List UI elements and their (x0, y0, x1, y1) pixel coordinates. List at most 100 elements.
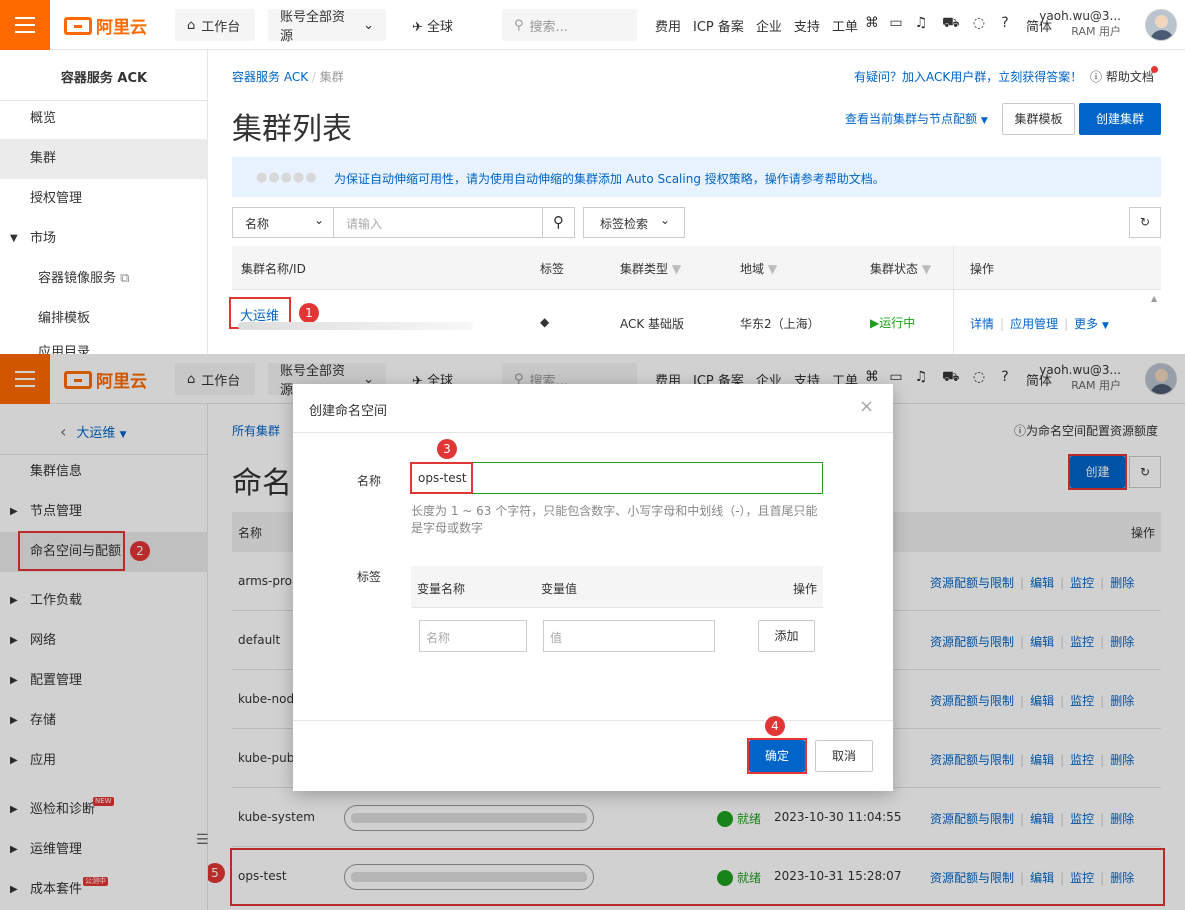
scrollbar-up[interactable]: ▲ (1151, 294, 1157, 303)
cluster-status: ▶运行中 (870, 314, 915, 331)
redbox-name (410, 462, 473, 494)
terminal-icon[interactable]: ▭ (888, 15, 904, 31)
close-icon[interactable]: × (859, 396, 874, 417)
help-icon[interactable]: ? (997, 15, 1013, 31)
dialog-title: 创建命名空间 (309, 404, 388, 419)
breadcrumb: 容器服务 ACK / 集群 (232, 70, 344, 84)
refresh-icon: ↻ (1139, 215, 1151, 229)
sidebar-title: 容器服务 ACK (60, 71, 148, 86)
search-box[interactable]: ⚲ 搜索... (502, 9, 637, 41)
tag-value-input[interactable]: 值 (543, 620, 715, 652)
filter-input[interactable]: 请输入 (333, 207, 543, 238)
quota-label: 查看当前集群与节点配额 (845, 112, 978, 126)
caret-down-icon: ▼ (10, 233, 18, 244)
market-label: 市场 (30, 231, 57, 246)
chevron-down-icon: ⌄ (659, 213, 670, 227)
name-hint: 长度为 1 ~ 63 个字符，只能包含数字、小写字母和中划线（-），且首尾只能是… (411, 504, 818, 535)
cancel-button[interactable]: 取消 (815, 740, 873, 772)
avatar[interactable] (1145, 9, 1177, 41)
sidebar-item-catalog[interactable]: 应用目录 (0, 339, 208, 354)
sidebar-item-clusters[interactable]: 集群 (0, 139, 208, 179)
filter-icon[interactable]: ▼ (672, 262, 681, 276)
question-icon: ⓘ (1090, 70, 1103, 84)
link-ticket[interactable]: 工单 (832, 16, 858, 35)
dialog-divider (293, 432, 893, 433)
help-doc-link[interactable]: ⓘ 帮助文档 (1090, 68, 1154, 85)
col-type: 集群类型 ▼ (620, 260, 681, 277)
tag-col-ops: 操作 (793, 582, 818, 596)
link-icp[interactable]: ICP 备案 (693, 16, 744, 35)
col-actions: 操作 (970, 262, 995, 276)
help-red-dot (1151, 66, 1158, 73)
link-enterprise[interactable]: 企业 (756, 16, 782, 35)
menu-button[interactable] (0, 0, 50, 50)
search-icon: ⚲ (553, 213, 564, 231)
top-sidebar: 容器服务 ACK 概览 集群 授权管理 ▼ 市场 容器镜像服务 ⧉ 编排模板 应用… (0, 50, 208, 354)
quota-link[interactable]: 查看当前集群与节点配额 ▼ (845, 110, 988, 127)
region-label: 全球 (427, 20, 454, 35)
sidebar-item-market[interactable]: ▼ 市场 (0, 219, 208, 259)
tag-col-value: 变量值 (541, 582, 578, 596)
sidebar-item-overview[interactable]: 概览 (0, 99, 208, 139)
tag-search-button[interactable]: 标签检索 ⌄ (583, 207, 685, 238)
col-region-label: 地域 (740, 262, 765, 276)
filter-icon[interactable]: ▼ (768, 262, 777, 276)
tag-table-header (411, 566, 823, 608)
user-name: yaoh.wu@3... (1039, 9, 1121, 23)
tag-icon[interactable]: ◆ (540, 315, 549, 329)
resources-dropdown[interactable]: 账号全部资源 ⌄ (268, 9, 386, 44)
redbox-confirm (747, 738, 807, 774)
filter-search-button[interactable]: ⚲ (542, 207, 575, 238)
step-badge-1: 1 (299, 303, 319, 323)
workbench-label: 工作台 (201, 19, 241, 35)
bulb-icon[interactable]: ◌ (971, 15, 987, 31)
col-status-label: 集群状态 (870, 262, 919, 276)
sidebar-item-registry[interactable]: 容器镜像服务 ⧉ (0, 259, 208, 299)
filter-icon[interactable]: ▼ (922, 262, 931, 276)
cluster-template-button[interactable]: 集群模板 (1002, 103, 1075, 135)
breadcrumb-ack[interactable]: 容器服务 ACK (232, 70, 308, 84)
filter-select[interactable]: 名称 ⌄ (232, 207, 334, 238)
create-namespace-dialog: 创建命名空间 × 名称 ops-test 3 长度为 1 ~ 63 个字符，只能… (293, 384, 893, 791)
workbench-button[interactable]: ⌂ 工作台 (175, 9, 255, 41)
registry-label: 容器镜像服务 (38, 271, 117, 286)
link-support[interactable]: 支持 (794, 16, 820, 35)
aliyun-logo[interactable]: 阿里云 (64, 13, 147, 38)
filter-select-label: 名称 (245, 217, 270, 231)
top-main: 容器服务 ACK / 集群 有疑问？加入ACK用户群，立刻获得答案！ ⓘ 帮助文… (208, 50, 1185, 354)
create-cluster-button[interactable]: 创建集群 (1079, 103, 1161, 135)
action-app-manage[interactable]: 应用管理 (1010, 317, 1058, 331)
home-icon: ⌂ (187, 17, 196, 33)
action-more[interactable]: 更多 (1074, 317, 1098, 331)
cluster-actions: 详情 | 应用管理 | 更多 ▼ (970, 317, 1109, 331)
cluster-type: ACK 基础版 (620, 317, 685, 331)
tag-search-label: 标签检索 (600, 217, 649, 231)
cart-icon[interactable]: ⛟ (942, 15, 960, 31)
sidebar-item-templates[interactable]: 编排模板 (0, 299, 208, 339)
search-icon: ⚲ (514, 17, 524, 33)
loading-dots-icon: ●●●●● (256, 170, 318, 185)
col-type-label: 集群类型 (620, 262, 669, 276)
help-group-link[interactable]: 有疑问？加入ACK用户群，立刻获得答案！ (854, 68, 1082, 85)
region-selector[interactable]: ✈ 全球 (412, 16, 453, 35)
bell-icon[interactable]: ♫ (913, 15, 929, 31)
shell-icon[interactable]: ⌘ (864, 15, 880, 31)
page-title: 集群列表 (232, 112, 352, 147)
link-fees[interactable]: 费用 (655, 16, 681, 35)
search-placeholder: 搜索... (529, 19, 568, 35)
running-icon: ▶ (870, 316, 880, 330)
user-info[interactable]: yaoh.wu@3... RAM 用户 (1039, 8, 1121, 40)
external-link-icon: ⧉ (120, 271, 130, 286)
tag-name-input[interactable]: 名称 (419, 620, 527, 652)
sidebar-item-auth[interactable]: 授权管理 (0, 179, 208, 219)
chevron-down-icon: ⌄ (363, 17, 374, 33)
col-region: 地域 ▼ (740, 260, 777, 277)
add-tag-button[interactable]: 添加 (758, 620, 815, 652)
col-status: 集群状态 ▼ (870, 260, 931, 277)
action-details[interactable]: 详情 (970, 317, 994, 331)
resources-label: 账号全部资源 (280, 10, 346, 44)
col-tags: 标签 (540, 262, 565, 276)
table-header (232, 246, 1161, 290)
refresh-button[interactable]: ↻ (1129, 207, 1161, 238)
name-label: 名称 (357, 474, 382, 488)
